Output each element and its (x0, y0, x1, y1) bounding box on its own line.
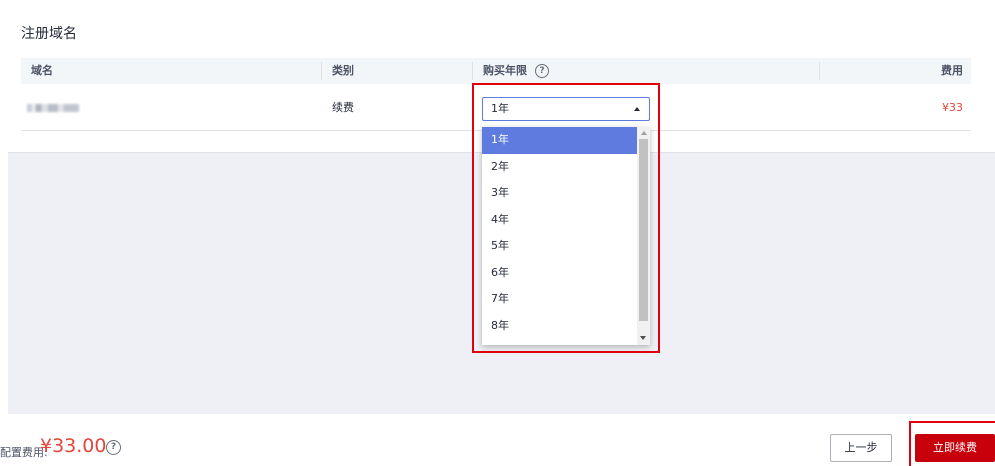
highlight-box-years (472, 83, 660, 353)
highlight-box-renew (909, 421, 995, 466)
row-fee: ¥33 (942, 101, 963, 114)
footer-bar: 配置费用: ¥33.00 ? 上一步 立即续费 (0, 414, 995, 466)
question-circle-icon[interactable]: ? (535, 64, 549, 78)
header-fee: 费用 (941, 64, 963, 77)
header-divider (819, 62, 820, 80)
header-divider (321, 62, 322, 80)
row-type: 续费 (332, 101, 354, 114)
header-type: 类别 (332, 64, 354, 77)
table-header: 域名 类别 购买年限 ? 费用 (21, 58, 971, 84)
renew-domain-page: 注册域名 域名 类别 购买年限 ? 费用 续费 ¥33 1年 1年 2年 3年 … (0, 0, 995, 466)
section-title: 注册域名 (21, 26, 77, 42)
previous-step-button[interactable]: 上一步 (830, 434, 892, 462)
total-fee-amount: ¥33.00 (40, 435, 107, 457)
header-years: 购买年限 ? (483, 58, 549, 84)
header-divider (472, 62, 473, 80)
header-domain: 域名 (31, 64, 53, 77)
header-years-label: 购买年限 (483, 64, 527, 77)
domain-name-redacted (27, 84, 79, 131)
question-circle-icon[interactable]: ? (106, 440, 121, 455)
